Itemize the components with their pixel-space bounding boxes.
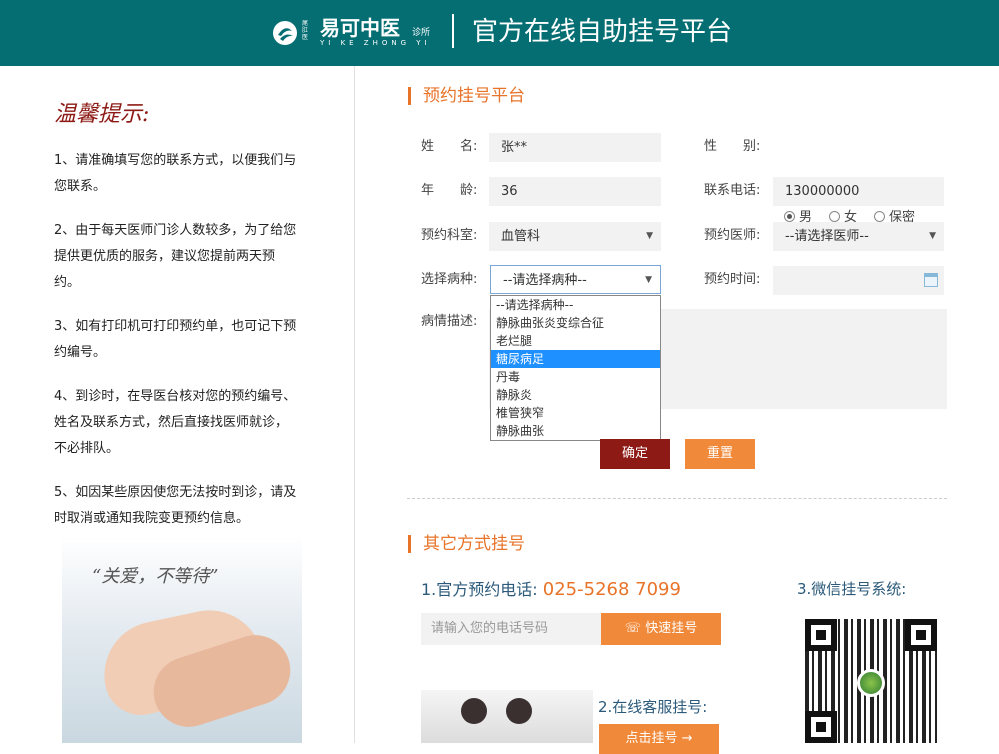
quick-phone-input[interactable]: 请输入您的电话号码 [421, 613, 601, 645]
doctor-select[interactable]: --请选择医师-- [773, 222, 944, 251]
name-label: 姓 名: [421, 139, 478, 154]
disease-select[interactable]: --请选择病种-- [490, 265, 661, 295]
official-phone-prefix: 1.官方预约电话: [421, 580, 538, 599]
radio-checked-icon [784, 211, 795, 222]
logo-mark-icon [273, 21, 297, 45]
time-input[interactable] [773, 266, 944, 295]
calendar-icon[interactable] [924, 273, 938, 287]
tip-item: 2、由于每天医师门诊人数较多，为了给您提供更优质的服务，建议您提前两天预约。 [54, 223, 297, 290]
logo-main-text: 易可中医 [320, 16, 400, 40]
qr-corner [805, 619, 837, 651]
official-phone-line: 1.官方预约电话: 025-5268 7099 [421, 576, 681, 600]
dept-select[interactable]: 血管科 [489, 222, 661, 251]
customer-service-photo [421, 690, 593, 743]
phone-icon: ☏ [624, 621, 642, 636]
booking-panel: 预约挂号平台 姓 名: 张** 性 别: 男 女 保密 年 龄: 36 联系电话… [355, 66, 999, 754]
other-section-title: 其它方式挂号 [408, 535, 525, 553]
qr-corner [905, 619, 937, 651]
reset-button[interactable]: 重置 [685, 439, 755, 469]
dropdown-option[interactable]: --请选择病种-- [491, 296, 660, 314]
official-phone-number[interactable]: 025-5268 7099 [543, 579, 681, 600]
tip-item: 1、请准确填写您的联系方式，以便我们与您联系。 [54, 153, 297, 194]
dept-label: 预约科室: [421, 228, 478, 243]
radio-icon [829, 211, 840, 222]
page-title: 官方在线自助挂号平台 [472, 17, 733, 47]
age-input[interactable]: 36 [489, 177, 661, 206]
confirm-button[interactable]: 确定 [600, 439, 670, 469]
tips-panel: 温馨提示: 1、请准确填写您的联系方式，以便我们与您联系。 2、由于每天医师门诊… [0, 66, 355, 743]
age-label: 年 龄: [421, 183, 478, 198]
qr-logo-icon [857, 669, 885, 697]
header: 尾肛医 易可中医 诊所 YI KE ZHONG YI 官方在线自助挂号平台 [0, 0, 999, 66]
dropdown-option[interactable]: 静脉曲张 [491, 422, 660, 440]
tips-list: 1、请准确填写您的联系方式，以便我们与您联系。 2、由于每天医师门诊人数较多，为… [54, 148, 299, 550]
tips-title: 温馨提示: [54, 102, 150, 127]
logo-clinic-text: 诊所 [412, 28, 431, 38]
tip-item: 3、如有打印机可打印预约单，也可记下预约编号。 [54, 319, 297, 360]
time-label: 预约时间: [704, 272, 761, 287]
booking-section-title: 预约挂号平台 [408, 87, 525, 105]
tip-item: 4、到诊时，在导医台核对您的预约编号、姓名及联系方式，然后直接找医师就诊，不必排… [54, 389, 297, 456]
doctor-label: 预约医师: [704, 228, 761, 243]
logo-pinyin-text: YI KE ZHONG YI [320, 39, 431, 47]
section-divider [407, 498, 947, 499]
agent-figure [506, 698, 532, 724]
qr-corner [805, 711, 837, 743]
quick-register-button[interactable]: ☏ 快速挂号 [601, 613, 721, 645]
wechat-qr-code [805, 619, 937, 743]
agent-figure [461, 698, 487, 724]
desc-label: 病情描述: [421, 314, 478, 329]
tip-item: 5、如因某些原因使您无法按时到诊，请及时取消或通知我院变更预约信息。 [54, 485, 297, 526]
logo[interactable]: 尾肛医 易可中医 诊所 YI KE ZHONG YI [272, 17, 432, 49]
header-divider [452, 14, 454, 48]
service-register-button[interactable]: 点击挂号 → [599, 724, 719, 754]
radio-icon [874, 211, 885, 222]
gender-label: 性 别: [704, 139, 761, 154]
wechat-label: 3.微信挂号系统: [797, 580, 907, 598]
dropdown-option[interactable]: 椎管狭窄 [491, 404, 660, 422]
phone-label: 联系电话: [704, 183, 761, 198]
care-photo: “关爱，不等待” [62, 536, 302, 743]
dropdown-option[interactable]: 静脉炎 [491, 386, 660, 404]
disease-dropdown: --请选择病种-- 静脉曲张炎变综合征 老烂腿 糖尿病足 丹毒 静脉炎 椎管狭窄… [490, 295, 661, 441]
dropdown-option-highlighted[interactable]: 糖尿病足 [491, 350, 660, 368]
logo-small-text: 尾肛医 [302, 20, 309, 41]
name-input[interactable]: 张** [489, 133, 661, 162]
photo-quote: “关爱，不等待” [92, 566, 219, 587]
disease-label: 选择病种: [421, 272, 478, 287]
dropdown-option[interactable]: 静脉曲张炎变综合征 [491, 314, 660, 332]
dropdown-option[interactable]: 老烂腿 [491, 332, 660, 350]
service-label: 2.在线客服挂号: [598, 698, 708, 716]
dropdown-option[interactable]: 丹毒 [491, 368, 660, 386]
phone-input[interactable]: 130000000 [773, 177, 944, 206]
